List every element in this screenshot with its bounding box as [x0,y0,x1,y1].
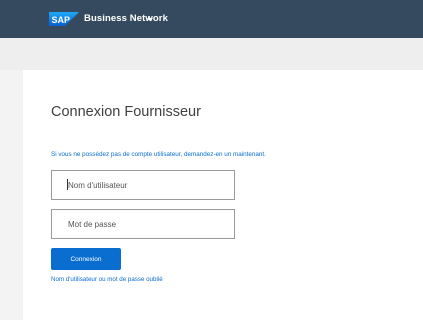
forgot-username-link[interactable]: Nom d'utilisateur [51,276,97,283]
password-input[interactable] [51,209,235,239]
login-button[interactable]: Connexion [51,248,121,270]
sap-logo[interactable]: SAP [49,12,79,26]
forgot-password-link[interactable]: mot de passe oublié [107,276,162,283]
top-navigation-bar: SAP Business Network [0,0,423,38]
username-input[interactable] [51,170,235,200]
forgot-connector: ou [98,276,106,283]
forgot-credentials: Nom d'utilisateur ou mot de passe oublié [51,276,163,283]
chevron-down-icon[interactable] [147,18,153,21]
header-band [0,38,423,70]
page-title: Connexion Fournisseur [51,104,201,120]
text-cursor [67,179,68,190]
brand-name[interactable]: Business Network [84,13,168,24]
svg-text:SAP: SAP [52,15,71,25]
request-account-link[interactable]: Si vous ne possédez pas de compte utilis… [51,151,266,158]
